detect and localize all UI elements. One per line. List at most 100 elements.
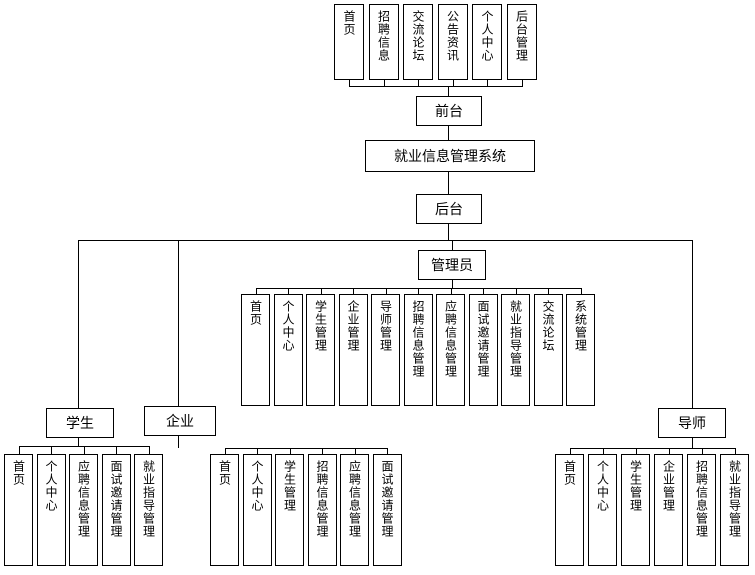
student-module-box: 个人中心 — [36, 454, 66, 566]
module-label: 招聘信息 — [376, 10, 391, 62]
admin-module-box: 企业管理 — [338, 294, 368, 406]
mentor-bus-line — [569, 448, 736, 449]
student-drop-line — [148, 446, 150, 454]
admin-module-box: 系统管理 — [566, 294, 595, 406]
frontend-node-label: 前台 — [435, 104, 463, 120]
module-label: 导师管理 — [378, 300, 393, 352]
module-label: 个人中心 — [480, 10, 494, 62]
module-label: 公告资讯 — [445, 10, 460, 62]
module-label: 应聘信息管理 — [443, 300, 458, 378]
admin-module-box: 学生管理 — [306, 294, 335, 406]
company-stem-line — [178, 436, 179, 448]
backend-node: 后台 — [416, 194, 482, 224]
student-drop-line — [18, 446, 20, 454]
frontend-rise-line — [452, 80, 454, 86]
admin-module-box: 应聘信息管理 — [436, 294, 465, 406]
student-module-box: 面试邀请管理 — [101, 454, 131, 566]
module-label: 首页 — [342, 10, 356, 36]
mentor-stem-line — [692, 438, 693, 448]
module-label: 学生管理 — [282, 460, 297, 512]
company-node-label: 企业 — [166, 414, 194, 430]
module-label: 就业指导管理 — [727, 460, 742, 538]
student-stem-line — [78, 438, 79, 446]
admin-node-label: 管理员 — [431, 258, 473, 274]
backend-connector-line — [448, 172, 449, 194]
company-module-box: 招聘信息管理 — [307, 454, 337, 566]
student-node-label: 学生 — [66, 416, 94, 432]
module-label: 招聘信息管理 — [315, 460, 329, 538]
admin-stem-line — [452, 280, 453, 288]
module-label: 应聘信息管理 — [76, 460, 91, 538]
module-label: 首页 — [562, 460, 577, 486]
frontend-rise-line — [418, 80, 419, 86]
title-connector-line — [448, 126, 449, 140]
frontend-rise-line — [521, 80, 523, 86]
module-label: 招聘信息管理 — [694, 460, 709, 538]
mentor-module-box: 学生管理 — [621, 454, 650, 566]
module-label: 学生管理 — [313, 300, 328, 352]
frontend-stem-line — [448, 86, 449, 96]
student-module-box: 就业指导管理 — [134, 454, 163, 566]
module-label: 企业管理 — [346, 300, 360, 352]
student-drop-line — [116, 446, 117, 454]
module-label: 面试邀请管理 — [380, 460, 394, 538]
admin-module-box: 面试邀请管理 — [468, 294, 498, 406]
frontend-rise-line — [487, 80, 488, 86]
frontend-module-box: 首页 — [334, 4, 364, 80]
system-title-node-label: 就业信息管理系统 — [394, 149, 506, 165]
admin-node: 管理员 — [418, 250, 486, 280]
mentor-module-box: 个人中心 — [588, 454, 617, 566]
company-branch-line — [178, 240, 179, 406]
frontend-module-box: 招聘信息 — [368, 4, 399, 80]
system-title-node: 就业信息管理系统 — [365, 140, 535, 172]
company-bus-line — [224, 448, 388, 449]
admin-module-box: 导师管理 — [371, 294, 400, 406]
module-label: 系统管理 — [573, 300, 588, 352]
module-label: 后台管理 — [514, 10, 529, 62]
module-label: 面试邀请管理 — [476, 300, 490, 378]
mentor-module-box: 招聘信息管理 — [687, 454, 716, 566]
student-module-box: 首页 — [4, 454, 33, 566]
frontend-module-box: 后台管理 — [506, 4, 537, 80]
module-label: 首页 — [217, 460, 232, 486]
company-module-box: 学生管理 — [275, 454, 304, 566]
backend-node-label: 后台 — [435, 202, 463, 218]
student-drop-line — [83, 446, 85, 454]
company-module-box: 个人中心 — [242, 454, 272, 566]
module-label: 首页 — [248, 300, 263, 326]
admin-module-box: 交流论坛 — [533, 294, 563, 406]
admin-module-box: 个人中心 — [273, 294, 303, 406]
admin-module-box: 招聘信息管理 — [403, 294, 433, 406]
module-label: 交流论坛 — [411, 10, 425, 62]
module-label: 首页 — [11, 460, 26, 486]
frontend-module-box: 交流论坛 — [403, 4, 433, 80]
frontend-rise-line — [383, 80, 385, 86]
module-label: 个人中心 — [250, 460, 264, 512]
system-structure-diagram: 首页 招聘信息 交流论坛 公告资讯 个人中心 后台管理 前台 就业信息管理系统 后台 学生 首页 个人… — [0, 0, 755, 575]
mentor-branch-line — [692, 240, 693, 408]
student-drop-line — [51, 446, 52, 454]
admin-module-box: 首页 — [241, 294, 270, 406]
mentor-node-label: 导师 — [678, 416, 706, 432]
mentor-node: 导师 — [658, 408, 726, 438]
module-label: 学生管理 — [628, 460, 643, 512]
role-bus-line — [78, 240, 692, 241]
company-module-box: 面试邀请管理 — [372, 454, 402, 566]
module-label: 企业管理 — [661, 460, 676, 512]
student-branch-line — [78, 240, 79, 408]
frontend-module-box: 个人中心 — [472, 4, 502, 80]
module-label: 个人中心 — [281, 300, 295, 352]
company-node: 企业 — [144, 406, 216, 436]
module-label: 招聘信息管理 — [411, 300, 425, 378]
student-node: 学生 — [46, 408, 114, 438]
frontend-node: 前台 — [416, 96, 482, 126]
frontend-bus-line — [349, 86, 523, 87]
frontend-rise-line — [349, 80, 350, 86]
module-label: 个人中心 — [595, 460, 610, 512]
module-label: 就业指导管理 — [508, 300, 523, 378]
backend-stem-line — [448, 224, 449, 240]
mentor-module-box: 首页 — [555, 454, 584, 566]
frontend-module-box: 公告资讯 — [437, 4, 468, 80]
admin-module-box: 就业指导管理 — [501, 294, 530, 406]
company-module-box: 首页 — [210, 454, 239, 566]
